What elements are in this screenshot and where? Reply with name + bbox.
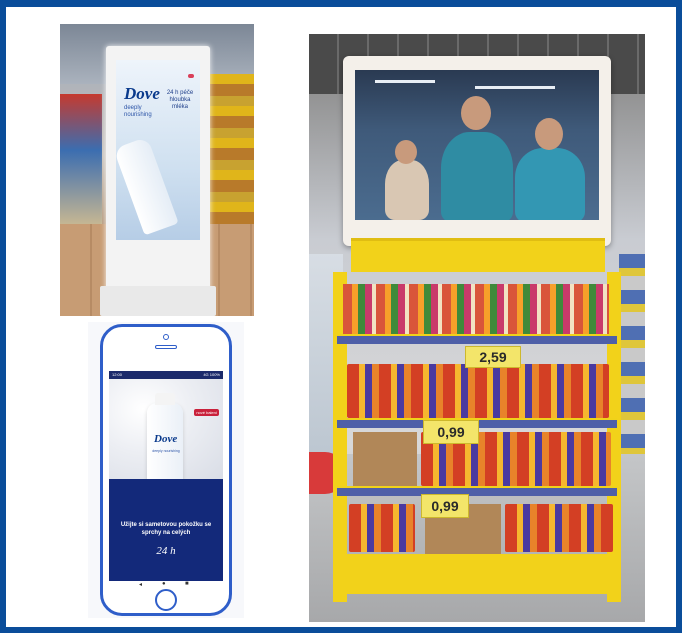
phone-mockup-panel: 12:00 4G 100% nové balení Dove deeply no…: [88, 322, 244, 618]
crate: [353, 432, 417, 486]
product-bottle-image: [116, 136, 179, 236]
person-head: [395, 140, 417, 164]
store-shelf-left: [60, 94, 102, 234]
price-tag: 0,99: [421, 494, 469, 518]
shelf-edge: [337, 486, 617, 496]
home-icon[interactable]: ●: [162, 581, 166, 587]
person-man: [441, 132, 513, 220]
phone-frame: 12:00 4G 100% nové balení Dove deeply no…: [100, 324, 232, 616]
android-nav-bar: ◂ ● ■: [109, 581, 223, 589]
home-button[interactable]: [155, 589, 177, 611]
new-pack-badge: nové balení: [194, 409, 219, 416]
price-tag: 0,99: [423, 420, 479, 444]
status-time: 12:00: [112, 372, 123, 377]
shelf-display-photo: 2,59 0,99 0,99: [309, 34, 645, 622]
kiosk-screen: Dove deeply nourishing 24 h péče hloubka…: [116, 60, 200, 240]
ad-hours: 24 h: [156, 545, 176, 557]
video-screen: [355, 70, 599, 220]
shelf-edge: [337, 334, 617, 344]
status-bar: 12:00 4G 100%: [109, 371, 223, 379]
juice-boxes-row: [349, 504, 415, 552]
kiosk-badge: [188, 74, 194, 78]
speaker-icon: [155, 345, 177, 349]
person-head: [535, 118, 563, 150]
ad-message-panel: Užijte si sametovou pokožku se sprchy na…: [109, 479, 223, 581]
ceiling-light: [475, 86, 555, 89]
ceiling-light: [375, 80, 435, 83]
store-shelf-right: [210, 74, 254, 224]
camera-icon: [163, 334, 169, 340]
phone-subtitle: deeply nourishing: [152, 449, 180, 453]
kiosk-brand-logo: Dove: [124, 84, 160, 103]
beverage-bottles: [343, 284, 609, 336]
bottle-cap: [155, 393, 175, 405]
phone-brand-logo: Dove: [154, 433, 178, 445]
display-base: [337, 554, 617, 594]
digital-kiosk-photo: Dove deeply nourishing 24 h péče hloubka…: [60, 24, 254, 316]
ad-hero: nové balení Dove deeply nourishing: [109, 379, 223, 523]
juice-boxes-row: [347, 364, 609, 418]
status-indicators: 4G 100%: [203, 372, 220, 377]
person-woman: [515, 148, 585, 220]
price-tag: 2,59: [465, 346, 521, 368]
kiosk-base: [100, 286, 216, 316]
juice-boxes-row: [505, 504, 613, 552]
kiosk-subtitle: deeply nourishing: [124, 105, 152, 118]
display-header: [351, 238, 605, 272]
kiosk-claim: 24 h péče hloubka mléka: [166, 90, 194, 110]
person-child: [385, 160, 429, 220]
recent-apps-icon[interactable]: ■: [185, 581, 189, 587]
back-icon[interactable]: ◂: [139, 581, 142, 588]
ad-tagline: Užijte si sametovou pokožku se sprchy na…: [120, 522, 212, 536]
person-head: [461, 96, 491, 130]
phone-screen: 12:00 4G 100% nové balení Dove deeply no…: [109, 371, 223, 581]
